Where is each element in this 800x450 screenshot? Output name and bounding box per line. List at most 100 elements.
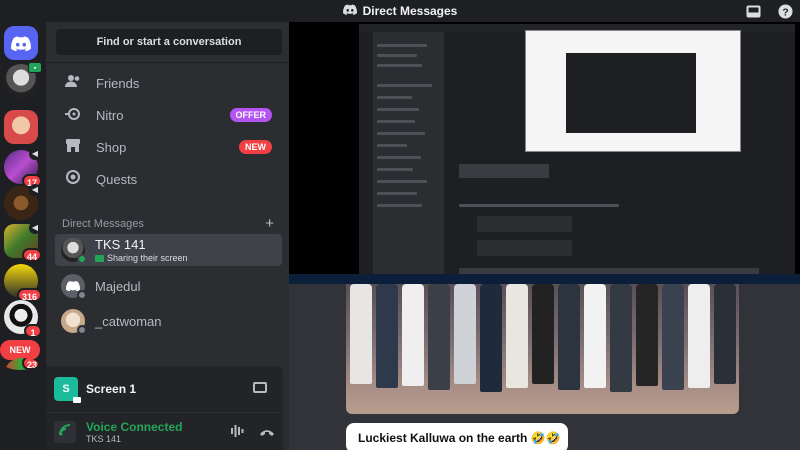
voice-connected-label: Voice Connected (86, 419, 183, 434)
nav-shop[interactable]: Shop NEW (56, 132, 282, 162)
speaker-icon: ◀ (29, 222, 41, 234)
shop-icon (62, 138, 84, 156)
shared-line (377, 120, 415, 123)
screen-share-indicator-icon: ▪ (28, 62, 42, 73)
shared-attachment (477, 216, 572, 232)
avatar (61, 238, 87, 264)
server-rail: ▪ ◀ 17 ◀ ◀ 44 316 1 NEW 23 (0, 22, 46, 450)
message-photo-attachment[interactable] (346, 284, 739, 414)
title-bar: Direct Messages ? (0, 0, 800, 22)
photo-figure (688, 284, 710, 388)
dm-item[interactable]: _catwoman (55, 305, 282, 337)
connection-signal-icon[interactable] (54, 420, 76, 443)
server-icon[interactable]: 23 (4, 358, 38, 370)
shared-line (377, 108, 419, 111)
dm-sidebar: Find or start a conversation Friends Nit… (46, 22, 289, 450)
photo-figure (584, 284, 606, 388)
offer-badge: OFFER (229, 108, 272, 122)
server-icon[interactable]: ▪ (4, 62, 42, 98)
divider (46, 62, 289, 63)
new-unreads-pill[interactable]: NEW (0, 340, 40, 360)
shared-line (377, 180, 427, 183)
avatar (61, 309, 87, 335)
dm-item[interactable]: Majedul (55, 270, 282, 302)
offline-status-icon (77, 290, 87, 300)
disconnect-icon[interactable] (259, 424, 275, 440)
shared-line (377, 84, 432, 87)
dm-activity: Sharing their screen (95, 253, 188, 263)
server-icon[interactable]: 1 (4, 300, 42, 338)
shared-taskbar (289, 274, 800, 284)
screen-share-panel: S Screen 1 (46, 366, 283, 412)
shared-line (377, 64, 422, 67)
offline-status-icon (77, 325, 87, 335)
message-caption: Luckiest Kalluwa on the earth 🤣🤣 (346, 423, 568, 450)
photo-figure (402, 284, 424, 386)
nav-nitro[interactable]: Nitro OFFER (56, 100, 282, 130)
stop-streaming-icon[interactable] (253, 382, 267, 393)
server-icon[interactable]: ◀ (4, 184, 41, 220)
dm-section-title: Direct Messages (62, 217, 144, 230)
speaker-icon: ◀ (29, 148, 41, 160)
nitro-icon (62, 107, 84, 124)
shared-screen-content (359, 24, 795, 284)
shared-line (377, 132, 425, 135)
shared-message-block (459, 164, 549, 178)
shared-line (377, 156, 421, 159)
screen-share-label: Screen 1 (86, 382, 137, 396)
help-icon[interactable]: ? (776, 2, 794, 20)
noise-suppression-icon[interactable] (230, 424, 244, 441)
server-icon[interactable] (4, 110, 38, 144)
photo-figure (714, 284, 736, 384)
shared-line (377, 168, 413, 171)
discord-app: Direct Messages ? ▪ ◀ 17 ◀ ◀ 44 316 1 NE… (0, 0, 800, 450)
mention-badge: 1 (24, 324, 42, 338)
photo-figure (636, 284, 658, 386)
photo-figure (480, 284, 502, 392)
dm-name: _catwoman (95, 313, 162, 329)
shared-browser-window (525, 30, 741, 152)
photo-figure (376, 284, 398, 388)
nav-friends-label: Friends (96, 75, 140, 91)
server-icon[interactable]: ◀ 44 (4, 222, 42, 262)
photo-figure (532, 284, 554, 384)
server-icon[interactable]: 316 (4, 264, 42, 302)
nav-quests[interactable]: Quests (56, 164, 282, 194)
nav-shop-label: Shop (96, 139, 127, 155)
dm-section-header: Direct Messages + (62, 215, 274, 232)
photo-figure (428, 284, 450, 390)
mention-badge: 23 (21, 358, 38, 370)
window-title: Direct Messages (342, 4, 458, 18)
shared-line (377, 44, 427, 47)
home-button[interactable] (4, 26, 38, 60)
dm-name: Majedul (95, 278, 141, 294)
server-icon[interactable]: ◀ 17 (4, 148, 42, 188)
discord-logo-icon (342, 4, 357, 18)
friends-icon (62, 74, 84, 92)
photo-figure (506, 284, 528, 388)
photo-figure (454, 284, 476, 384)
shared-line (377, 204, 422, 207)
nav-friends[interactable]: Friends (56, 68, 282, 98)
photo-figure (350, 284, 372, 384)
create-dm-plus-icon[interactable]: + (265, 215, 274, 232)
dm-item[interactable]: TKS 141 Sharing their screen (55, 234, 282, 266)
speaker-icon: ◀ (29, 184, 41, 196)
shared-line (377, 192, 417, 195)
discord-home-icon (4, 26, 38, 60)
dm-activity-text: Sharing their screen (107, 253, 188, 263)
screen-thumbnail: S (54, 377, 81, 403)
photo-figure (662, 284, 684, 390)
voice-status-panel: Voice Connected TKS 141 (46, 413, 283, 450)
shared-line (377, 96, 412, 99)
shared-line (459, 204, 619, 207)
voice-channel-name[interactable]: TKS 141 (86, 434, 182, 444)
shared-server-rail (359, 32, 373, 284)
shared-attachment (477, 240, 572, 256)
search-input[interactable]: Find or start a conversation (56, 29, 282, 55)
nav-quests-label: Quests (96, 171, 138, 187)
window-title-text: Direct Messages (362, 4, 458, 18)
svg-text:?: ? (782, 7, 788, 18)
screen-share-stream[interactable] (289, 22, 800, 284)
inbox-icon[interactable] (744, 2, 762, 20)
